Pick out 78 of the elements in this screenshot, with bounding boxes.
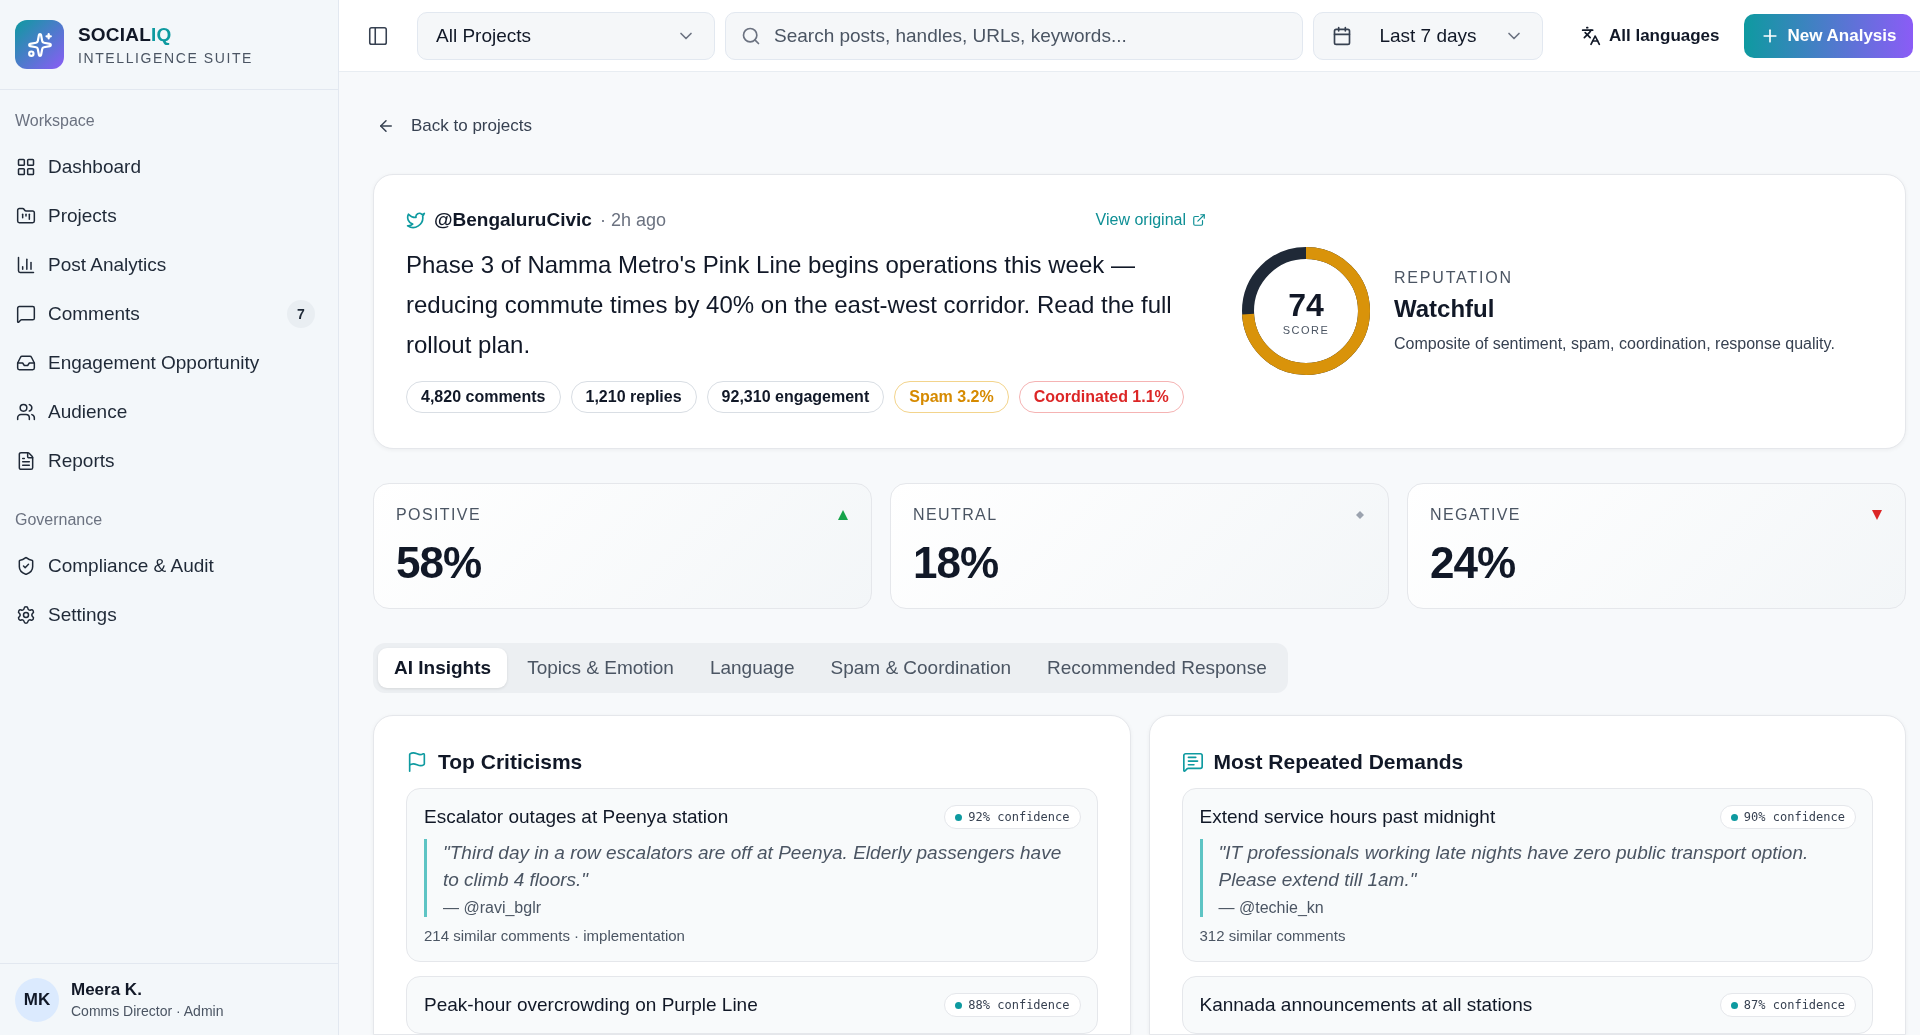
quote-author: — @ravi_bglr bbox=[443, 899, 543, 917]
reputation-description: Composite of sentiment, spam, coordination, response quality. bbox=[1394, 335, 1835, 353]
date-select[interactable]: Last 7 days bbox=[1313, 11, 1543, 60]
new-analysis-button[interactable]: New Analysis bbox=[1743, 13, 1913, 58]
insight-meta: 312 similar comments bbox=[1199, 927, 1346, 944]
settings-icon bbox=[16, 604, 36, 625]
score-value: 74 bbox=[1288, 286, 1324, 324]
tab[interactable]: Language bbox=[693, 648, 811, 688]
translate-icon bbox=[1581, 25, 1601, 46]
nav-item[interactable]: Post Analytics bbox=[15, 240, 323, 289]
reputation-label: REPUTATION bbox=[1394, 269, 1514, 287]
folder-icon bbox=[16, 205, 36, 226]
section-title: Workspace bbox=[15, 112, 96, 130]
nav-item[interactable]: Audience bbox=[15, 387, 323, 436]
confidence-badge: 88% confidence bbox=[944, 993, 1081, 1017]
confidence-badge: 92% confidence bbox=[944, 805, 1081, 829]
search-field[interactable]: Search posts, handles, URLs, keywords... bbox=[725, 11, 1303, 60]
confidence-badge: 87% confidence bbox=[1719, 993, 1856, 1017]
insight-meta: 214 similar comments · implementation bbox=[424, 927, 685, 944]
quote-author: — @techie_kn bbox=[1218, 899, 1325, 917]
status-dot bbox=[1730, 1001, 1738, 1009]
count-badge: 7 bbox=[287, 299, 315, 328]
document-icon bbox=[16, 450, 36, 471]
sentiment-label: NEGATIVE bbox=[1430, 506, 1521, 524]
sentiment-label: POSITIVE bbox=[396, 506, 481, 524]
sentiment-value: 58% bbox=[396, 538, 483, 588]
insight-title: Peak-hour overcrowding on Purple Line bbox=[424, 994, 758, 1016]
post-text: Phase 3 of Namma Metro's Pink Line begins operations this week — reducing commute times by 40% on the east-west corridor. Read the full rollout plan. bbox=[406, 250, 1173, 360]
status-dot bbox=[1730, 813, 1738, 821]
insight-title: Extend service hours past midnight bbox=[1199, 806, 1496, 828]
status-dot bbox=[955, 1001, 963, 1009]
bar-chart-icon bbox=[16, 254, 36, 275]
quote-text: "Third day in a row escalators are off at Peenya. Elderly passengers have to climb 4 floors." bbox=[443, 841, 1063, 892]
post-time: · 2h ago bbox=[599, 209, 667, 231]
nav-item[interactable]: Projects bbox=[15, 191, 323, 240]
brand-name: SOCIALIQ bbox=[78, 23, 173, 46]
section-title: Governance bbox=[15, 511, 104, 529]
insight-title: Kannada announcements at all stations bbox=[1199, 994, 1533, 1016]
back-link[interactable]: Back to projects bbox=[377, 112, 532, 140]
calendar-icon bbox=[1332, 25, 1352, 46]
comment-icon bbox=[16, 303, 36, 324]
tab[interactable]: Topics & Emotion bbox=[511, 648, 690, 688]
insight-title: Escalator outages at Peenya station bbox=[424, 806, 729, 828]
nav-item[interactable]: Settings bbox=[15, 590, 323, 639]
user-name: Meera K. bbox=[71, 980, 143, 1000]
reputation-status: Watchful bbox=[1394, 295, 1496, 323]
avatar: MK bbox=[15, 977, 59, 1022]
quote-text: "IT professionals working late nights have zero public transport option. Please extend till 1am." bbox=[1218, 841, 1810, 892]
nav-item[interactable]: Dashboard bbox=[15, 142, 323, 191]
tab[interactable]: AI Insights bbox=[378, 648, 508, 688]
users-icon bbox=[16, 401, 36, 422]
logo bbox=[15, 20, 64, 69]
sentiment-value: 18% bbox=[913, 538, 1000, 588]
nav-item[interactable]: Compliance & Audit bbox=[15, 541, 323, 590]
shield-icon bbox=[16, 555, 36, 576]
nav-item[interactable]: Comments 7 bbox=[15, 289, 323, 338]
bird-icon bbox=[406, 210, 426, 230]
view-original-link[interactable]: View original bbox=[1095, 211, 1206, 229]
flag-icon bbox=[406, 751, 428, 773]
external-link-icon bbox=[1192, 213, 1206, 227]
status-dot bbox=[955, 813, 963, 821]
language-button[interactable]: All languages bbox=[1567, 25, 1734, 46]
nav-item[interactable]: Reports bbox=[15, 436, 323, 485]
nav-item[interactable]: Engagement Opportunity bbox=[15, 338, 323, 387]
score-label: SCORE bbox=[1282, 323, 1330, 336]
confidence-badge: 90% confidence bbox=[1719, 805, 1856, 829]
panel-title: Most Repeated Demands bbox=[1213, 750, 1464, 774]
sentiment-label: NEUTRAL bbox=[913, 506, 998, 524]
user-role: Comms Director · Admin bbox=[71, 1003, 224, 1019]
tab[interactable]: Spam & Coordination bbox=[814, 648, 1028, 688]
sentiment-value: 24% bbox=[1430, 538, 1517, 588]
message-icon bbox=[1181, 751, 1204, 773]
brand-subtitle: INTELLIGENCE SUITE bbox=[78, 49, 254, 66]
post-handle: @BengaluruCivic bbox=[434, 209, 592, 231]
tab[interactable]: Recommended Response bbox=[1031, 648, 1283, 688]
dashboard-icon bbox=[16, 156, 36, 177]
project-select[interactable]: All Projects bbox=[417, 11, 715, 60]
panel-title: Top Criticisms bbox=[438, 750, 583, 774]
